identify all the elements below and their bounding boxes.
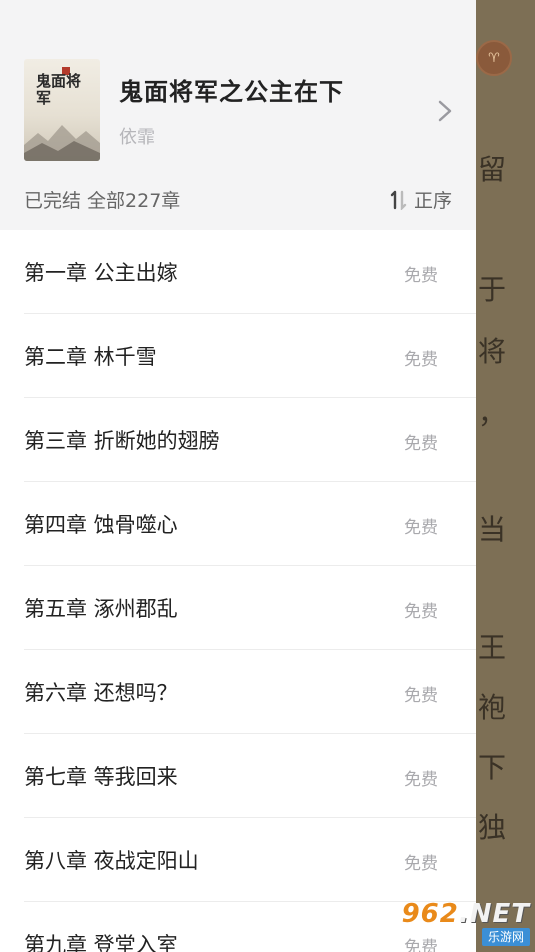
chapter-free-tag: 免费 — [404, 518, 438, 538]
site-watermark-logo: 962.NET 乐游网 — [398, 900, 530, 946]
chapter-title: 第五章 涿州郡乱 — [24, 597, 178, 621]
reader-text-char: 将 — [478, 335, 507, 368]
book-info-header[interactable]: 鬼面将军 鬼面将军之公主在下 依霏 已完结 全部227章 正序 — [0, 0, 476, 230]
watermark-net: .NET — [458, 899, 530, 929]
sort-order-icon — [390, 190, 407, 210]
chapter-item[interactable]: 第三章 折断她的翅膀 免费 — [24, 398, 476, 482]
chapter-item[interactable]: 第八章 夜战定阳山 免费 — [24, 818, 476, 902]
chapter-free-tag: 免费 — [404, 770, 438, 790]
watermark-main: 962.NET — [402, 900, 530, 928]
watermark-number: 962 — [401, 899, 459, 929]
chapter-item[interactable]: 第六章 还想吗？ 免费 — [24, 650, 476, 734]
chapter-item[interactable]: 第一章 公主出嫁 免费 — [24, 230, 476, 314]
reader-text-char: 当 — [478, 513, 507, 546]
chapter-item[interactable]: 第五章 涿州郡乱 免费 — [24, 566, 476, 650]
chapter-free-tag: 免费 — [404, 686, 438, 706]
chapter-free-tag: 免费 — [404, 434, 438, 454]
ram-badge-icon[interactable]: ♈ — [476, 40, 512, 76]
reader-text-char: 独 — [478, 811, 507, 844]
chapter-free-tag: 免费 — [404, 266, 438, 286]
book-status: 已完结 全部227章 — [24, 190, 181, 212]
chapter-list: 第一章 公主出嫁 免费 第二章 林千雪 免费 第三章 折断她的翅膀 免费 第四章… — [0, 230, 476, 952]
cover-mountains — [24, 125, 100, 161]
reader-text-char: 王 — [478, 631, 507, 664]
reader-text-char: 于 — [478, 273, 507, 306]
chapter-item[interactable]: 第七章 等我回来 免费 — [24, 734, 476, 818]
chapter-title: 第二章 林千雪 — [24, 345, 157, 369]
chapter-title: 第八章 夜战定阳山 — [24, 849, 199, 873]
chapter-title: 第四章 蚀骨噬心 — [24, 513, 178, 537]
sort-toggle[interactable]: 正序 — [390, 186, 452, 213]
toc-drawer: 鬼面将军 鬼面将军之公主在下 依霏 已完结 全部227章 正序 第一章 公主出嫁… — [0, 0, 476, 952]
chapter-title: 第六章 还想吗？ — [24, 681, 178, 705]
chapter-title: 第七章 等我回来 — [24, 765, 178, 789]
chapter-title: 第九章 登堂入室 — [24, 933, 178, 952]
chevron-right-icon[interactable] — [434, 98, 456, 124]
chapter-title: 第一章 公主出嫁 — [24, 261, 178, 285]
book-author[interactable]: 依霏 — [119, 123, 155, 149]
book-title: 鬼面将军之公主在下 — [119, 78, 344, 106]
chapter-item[interactable]: 第四章 蚀骨噬心 免费 — [24, 482, 476, 566]
reader-text-char: 袍 — [478, 691, 507, 724]
reader-text-char: 留 — [478, 153, 507, 186]
reader-text-char: ， — [478, 397, 507, 430]
chapter-title: 第三章 折断她的翅膀 — [24, 429, 220, 453]
sort-label: 正序 — [413, 190, 452, 212]
chapter-free-tag: 免费 — [404, 350, 438, 370]
reader-text-char: 下 — [478, 751, 507, 784]
chapter-free-tag: 免费 — [404, 854, 438, 874]
book-cover[interactable]: 鬼面将军 — [24, 59, 100, 161]
chapter-free-tag: 免费 — [404, 602, 438, 622]
chapter-item[interactable]: 第二章 林千雪 免费 — [24, 314, 476, 398]
cover-title: 鬼面将军 — [36, 72, 82, 107]
watermark-sub: 乐游网 — [481, 928, 530, 946]
